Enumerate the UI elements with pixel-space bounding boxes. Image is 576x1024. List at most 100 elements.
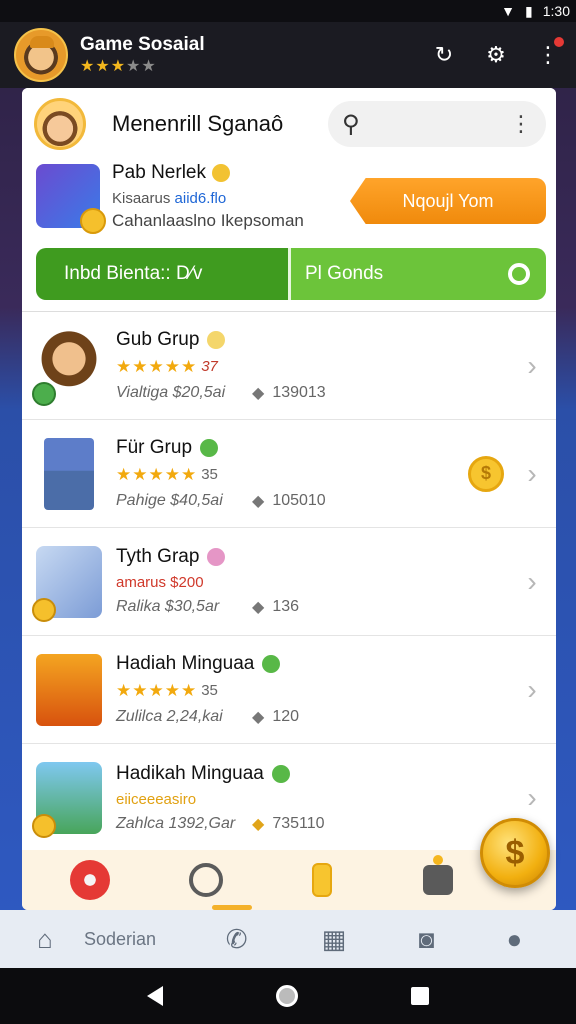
list-item[interactable]: Für Grup ★★★★★ 35 Pahige $40,5ai ◆ 105010 $… <box>22 420 556 528</box>
top-card: Menenrill Sganaô ⚲ ⋮ Pab Nerlek Kisaarus… <box>22 88 556 312</box>
group-name-text: Gub Grup <box>116 328 200 350</box>
tag-icon: ◆ <box>252 492 265 510</box>
group-count: 136 <box>272 598 300 615</box>
system-nav-bar <box>0 968 576 1024</box>
badge-icon <box>207 548 226 566</box>
group-tagline: eiiceeeasiro <box>116 790 197 808</box>
promo-subtitle-link[interactable]: aiid6.flo <box>175 190 227 207</box>
group-info: Für Grup ★★★★★ 35 Pahige $40,5ai ◆ 105010 <box>116 437 468 511</box>
home-system-button[interactable] <box>275 985 298 1007</box>
group-info: Hadikah Minguaa eiiceeeasiro Zahlca 1392… <box>116 763 522 834</box>
game-toolbar <box>22 850 556 910</box>
promo-thumbnail[interactable] <box>36 164 106 234</box>
coin-icon <box>32 814 56 838</box>
coin-icon <box>32 597 56 622</box>
chevron-right-icon[interactable]: › <box>522 350 542 382</box>
dart-button[interactable] <box>67 857 113 903</box>
group-name: Gub Grup <box>116 329 522 351</box>
sync-button[interactable]: ↻ <box>430 41 458 69</box>
rating-text: 35 <box>201 682 218 699</box>
chevron-right-icon[interactable]: › <box>522 458 542 490</box>
group-thumbnail <box>36 653 102 726</box>
group-detail: Ralika $30,5ar <box>116 598 220 615</box>
profile-row: Menenrill Sganaô ⚲ ⋮ <box>34 96 546 152</box>
badge-icon <box>262 654 281 673</box>
app-avatar[interactable] <box>14 28 68 82</box>
joystick-button[interactable] <box>415 855 461 903</box>
main-panel: Menenrill Sganaô ⚲ ⋮ Pab Nerlek Kisaarus… <box>22 88 556 910</box>
camera-button[interactable]: ◙ <box>380 924 473 955</box>
header-actions: ↻ ⚙ ⋮ <box>430 37 564 69</box>
profile-avatar[interactable] <box>34 98 86 150</box>
menu-button[interactable]: ⋮ <box>534 37 564 69</box>
chevron-right-icon[interactable]: › <box>522 782 542 814</box>
promo-title: Pab Nerlek <box>112 162 350 184</box>
group-count: 139013 <box>272 383 326 401</box>
coin-icon[interactable]: $ <box>468 455 504 492</box>
phone-button[interactable]: ✆ <box>186 924 288 955</box>
settings-button[interactable]: ⚙ <box>482 41 510 69</box>
group-name: Hadikah Minguaa <box>116 763 522 785</box>
group-info: Hadiah Minguaa ★★★★★ 35 Zulilca 2,24,kai ◆… <box>116 653 522 727</box>
group-thumbnail <box>44 437 94 510</box>
coin-icon <box>312 863 332 897</box>
game-button[interactable] <box>183 857 229 903</box>
group-meta: Pahige $40,5ai ◆ 105010 <box>116 491 468 511</box>
rating-stars: ★★★★★ <box>116 464 198 484</box>
home-icon: ⌂ <box>37 923 53 954</box>
nav-label[interactable]: Soderian <box>84 929 186 950</box>
group-name: Tyth Grap <box>116 546 522 568</box>
tab-groups[interactable]: Pl Gonds <box>288 248 546 300</box>
coin-icon <box>80 208 106 234</box>
chevron-right-icon[interactable]: › <box>522 674 542 706</box>
group-name-text: Hadiah Minguaa <box>116 652 255 674</box>
list-item[interactable]: Gub Grup ★★★★★ 37 Vialtiga $20,5ai ◆ 139013… <box>22 312 556 420</box>
list-item[interactable]: Hadiah Minguaa ★★★★★ 35 Zulilca 2,24,kai ◆… <box>22 636 556 744</box>
search-icon[interactable]: ⚲ <box>342 110 360 139</box>
badge-icon <box>207 330 226 349</box>
calendar-button[interactable]: ▦ <box>288 924 381 955</box>
badge-icon <box>212 163 230 182</box>
tab-active[interactable]: Inbd Bienta:: D⁄v <box>36 248 288 300</box>
search-input[interactable] <box>367 116 510 132</box>
calendar-icon: ▦ <box>321 923 347 954</box>
group-detail: Pahige $40,5ai <box>116 491 223 509</box>
group-rating: ★★★★★ 35 <box>116 465 468 485</box>
rating-text: 37 <box>201 358 218 375</box>
group-name-text: Hadikah Minguaa <box>116 762 264 784</box>
search-box[interactable]: ⚲ ⋮ <box>328 101 546 147</box>
status-time: 1:30 <box>542 3 570 19</box>
profile-button[interactable]: ● <box>473 924 556 955</box>
promo-subtitle-prefix: Kisaarus <box>112 189 175 207</box>
rating-stars: ★★★★★ <box>116 356 198 376</box>
group-thumbnail <box>32 329 102 406</box>
promo-button[interactable]: Nqoujl Yom <box>350 178 546 224</box>
user-icon: ● <box>506 923 523 954</box>
more-vert-icon[interactable]: ⋮ <box>510 111 532 137</box>
chevron-right-icon[interactable]: › <box>522 566 542 598</box>
group-detail: Zulilca 2,24,kai <box>116 707 223 725</box>
group-meta: Vialtiga $20,5ai ◆ 139013 <box>116 383 522 403</box>
group-name-text: Für Grup <box>116 436 193 458</box>
stars-filled: ★★★ <box>80 58 127 75</box>
status-bar: ▼ ▮ 1:30 <box>0 0 576 22</box>
home-button[interactable]: ⌂ <box>20 924 70 955</box>
tag-icon: ◆ <box>252 815 265 833</box>
list-item[interactable]: Tyth Grap amarus $200 Ralika $30,5ar ◆ 136… <box>22 528 556 636</box>
wifi-icon: ▼ <box>501 3 516 19</box>
promo-row: Pab Nerlek Kisaarus aiid6.flo Cahanlaasl… <box>36 158 546 234</box>
app-rating-stars: ★★★★★ <box>80 56 205 76</box>
group-rating: ★★★★★ 37 <box>116 357 522 377</box>
tag-icon: ◆ <box>252 384 265 402</box>
tab-groups-label: Pl Gonds <box>305 263 384 284</box>
back-button[interactable] <box>146 986 163 1006</box>
dart-icon <box>70 860 110 900</box>
list-item[interactable]: Hadikah Minguaa eiiceeeasiro Zahlca 1392… <box>22 744 556 852</box>
group-count: 105010 <box>272 491 326 509</box>
recents-button[interactable] <box>411 987 430 1005</box>
group-count: 735110 <box>272 814 325 832</box>
rating-stars: ★★★★★ <box>116 680 198 700</box>
coin-button[interactable] <box>299 857 345 903</box>
coin-fab-button[interactable]: $ <box>480 818 550 888</box>
phone-icon: ✆ <box>225 923 248 954</box>
